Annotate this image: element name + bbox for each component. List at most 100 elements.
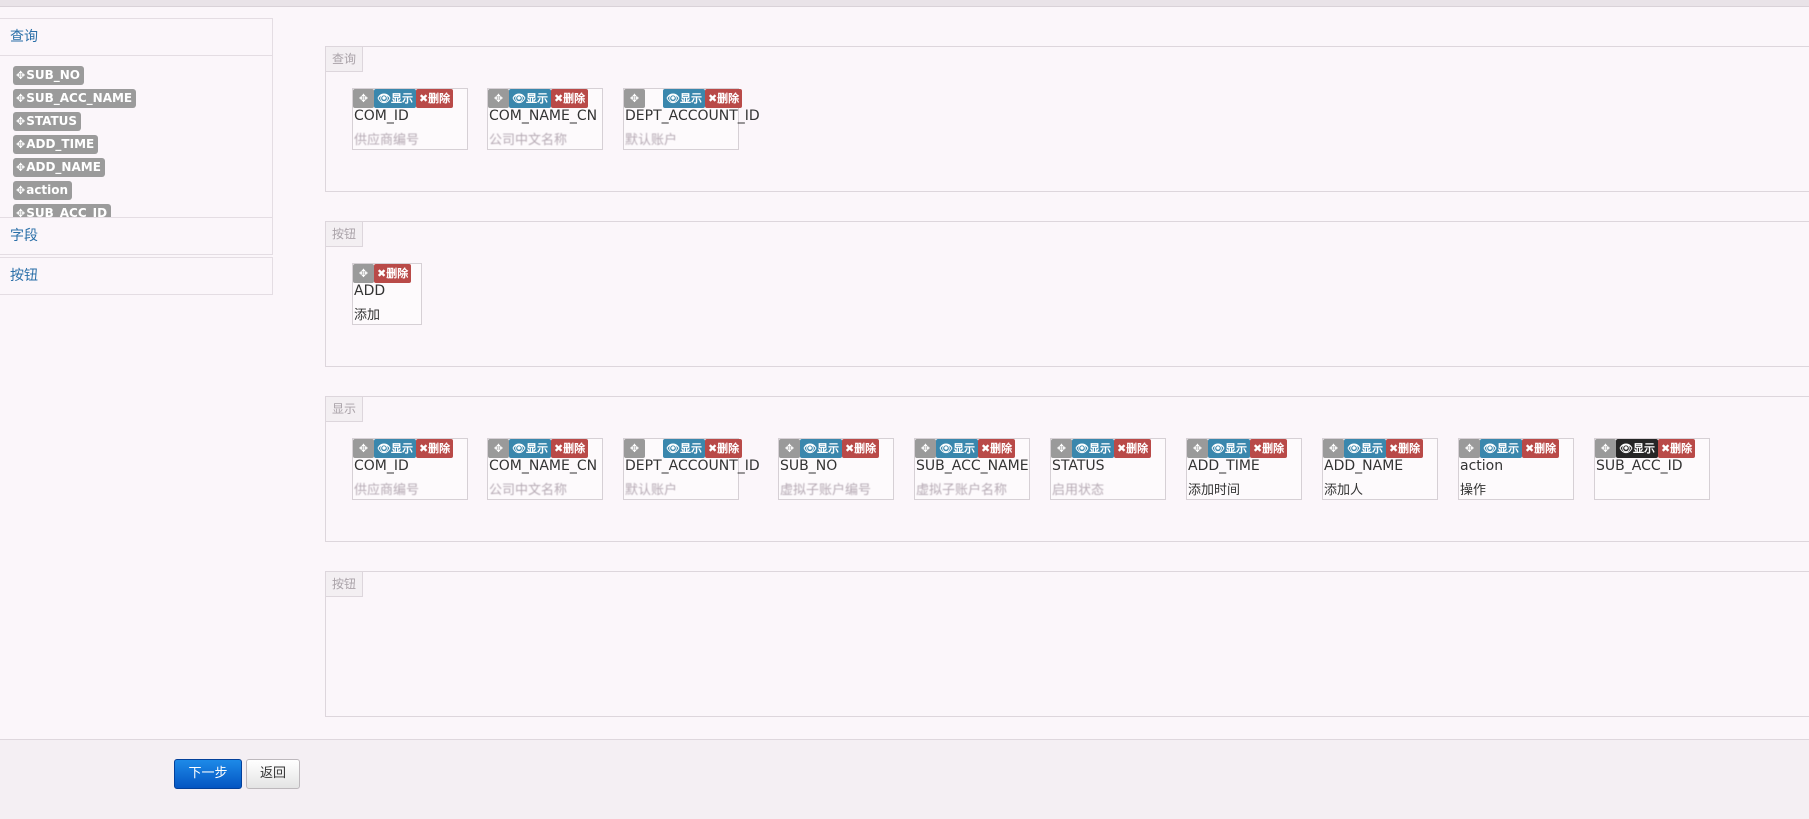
- show-button[interactable]: 👁显示: [1344, 439, 1386, 458]
- next-step-button[interactable]: 下一步: [174, 759, 242, 789]
- field-card[interactable]: ✥ 👁显示 ✖删除 SUB_ACC_ID: [1594, 438, 1710, 500]
- card-toolbar: ✥ ✖删除: [353, 264, 412, 283]
- show-button[interactable]: 👁显示: [1208, 439, 1250, 458]
- delete-button[interactable]: ✖删除: [415, 439, 454, 458]
- delete-button[interactable]: ✖删除: [374, 264, 412, 283]
- move-icon[interactable]: ✥: [915, 439, 936, 458]
- move-icon[interactable]: ✥: [353, 439, 374, 458]
- field-label: 启用状态: [1052, 483, 1105, 498]
- delete-button[interactable]: ✖删除: [1657, 439, 1696, 458]
- show-button[interactable]: 👁显示: [1480, 439, 1522, 458]
- move-icon[interactable]: ✥: [779, 439, 800, 458]
- hide-toggle-button[interactable]: 👁显示: [1616, 439, 1658, 458]
- card-toolbar: ✥ 👁显示 ✖删除: [624, 439, 743, 458]
- move-icon[interactable]: ✥: [624, 89, 645, 108]
- delete-button[interactable]: ✖删除: [841, 439, 880, 458]
- field-name: SUB_NO: [780, 458, 838, 474]
- field-label: 供应商编号: [354, 133, 420, 148]
- field-card[interactable]: ✥ 👁显示 ✖删除 DEPT_ACCOUNT_ID 默认账户: [623, 438, 760, 500]
- field-name: ADD_NAME: [1324, 458, 1404, 474]
- field-card[interactable]: ✥ 👁显示 ✖删除 STATUS 启用状态: [1050, 438, 1166, 500]
- show-button[interactable]: 👁显示: [509, 89, 551, 108]
- sidebar-heading-query[interactable]: 查询: [0, 19, 272, 55]
- field-tag-add-time[interactable]: ✥ADD_TIME: [13, 135, 99, 154]
- sidebar-heading-fields[interactable]: 字段: [0, 218, 272, 254]
- card-toolbar: ✥ 👁显示 ✖删除: [1187, 439, 1288, 458]
- field-card[interactable]: ✥ 👁显示 ✖删除 COM_NAME_CN 公司中文名称: [487, 88, 603, 150]
- display-panel: 显示 ✥ 👁显示 ✖删除 COM_ID 供应商编号 ✥ 👁显示 ✖删除 COM_…: [325, 396, 1809, 542]
- sidebar-field-list: ✥SUB_NO ✥SUB_ACC_NAME ✥STATUS ✥ADD_TIME …: [0, 55, 272, 235]
- footer-bar: 下一步 返回: [0, 739, 1809, 819]
- buttons-panel: 按钮 ✥ ✖删除 ADD 添加: [325, 221, 1809, 367]
- field-card[interactable]: ✥ 👁显示 ✖删除 COM_ID 供应商编号: [352, 88, 468, 150]
- field-name: SUB_ACC_NAME: [916, 458, 1029, 474]
- move-icon[interactable]: ✥: [624, 439, 645, 458]
- field-label: 虚拟子账户编号: [780, 483, 872, 498]
- delete-button[interactable]: ✖删除: [1521, 439, 1560, 458]
- move-icon: ✥: [16, 184, 26, 197]
- field-card[interactable]: ✥ 👁显示 ✖删除 DEPT_ACCOUNT_ID 默认账户: [623, 88, 760, 150]
- show-button[interactable]: 👁显示: [374, 439, 416, 458]
- move-icon: ✥: [16, 92, 26, 105]
- field-card[interactable]: ✥ 👁显示 ✖删除 COM_ID 供应商编号: [352, 438, 468, 500]
- field-name: COM_ID: [354, 108, 409, 124]
- field-card[interactable]: ✥ 👁显示 ✖删除 action 操作: [1458, 438, 1574, 500]
- show-button[interactable]: 👁显示: [800, 439, 842, 458]
- panel-legend: 查询: [325, 46, 364, 72]
- show-button[interactable]: 👁显示: [663, 439, 705, 458]
- show-button[interactable]: 👁显示: [1072, 439, 1114, 458]
- delete-button[interactable]: ✖删除: [1249, 439, 1288, 458]
- field-card[interactable]: ✥ 👁显示 ✖删除 SUB_NO 虚拟子账户编号: [778, 438, 894, 500]
- field-name: DEPT_ACCOUNT_ID: [625, 108, 760, 124]
- field-label: 虚拟子账户名称: [916, 483, 1008, 498]
- delete-button[interactable]: ✖删除: [1385, 439, 1424, 458]
- move-icon[interactable]: ✥: [1323, 439, 1344, 458]
- field-label: 添加人: [1324, 483, 1364, 498]
- sidebar-group-buttons: 按钮: [0, 257, 273, 295]
- field-name: COM_NAME_CN: [489, 108, 598, 124]
- move-icon[interactable]: ✥: [1459, 439, 1480, 458]
- field-label: 添加时间: [1188, 483, 1241, 498]
- delete-button[interactable]: ✖删除: [415, 89, 454, 108]
- panel-legend: 按钮: [325, 571, 364, 597]
- back-button[interactable]: 返回: [246, 759, 300, 789]
- delete-button[interactable]: ✖删除: [1113, 439, 1152, 458]
- delete-button[interactable]: ✖删除: [550, 439, 589, 458]
- card-toolbar: ✥ 👁显示 ✖删除: [488, 439, 589, 458]
- field-card[interactable]: ✥ 👁显示 ✖删除 ADD_TIME 添加时间: [1186, 438, 1302, 500]
- card-toolbar: ✥ 👁显示 ✖删除: [1595, 439, 1696, 458]
- card-toolbar: ✥ 👁显示 ✖删除: [353, 89, 454, 108]
- show-button[interactable]: 👁显示: [374, 89, 416, 108]
- show-button[interactable]: 👁显示: [936, 439, 978, 458]
- card-toolbar: ✥ 👁显示 ✖删除: [1051, 439, 1152, 458]
- field-name: STATUS: [1052, 458, 1105, 474]
- button-card[interactable]: ✥ ✖删除 ADD 添加: [352, 263, 422, 325]
- show-button[interactable]: 👁显示: [663, 89, 705, 108]
- card-toolbar: ✥ 👁显示 ✖删除: [915, 439, 1016, 458]
- field-tag-action[interactable]: ✥action: [13, 181, 73, 200]
- move-icon[interactable]: ✥: [1595, 439, 1616, 458]
- field-card[interactable]: ✥ 👁显示 ✖删除 ADD_NAME 添加人: [1322, 438, 1438, 500]
- button-label: 添加: [354, 308, 381, 323]
- move-icon[interactable]: ✥: [488, 89, 509, 108]
- move-icon[interactable]: ✥: [488, 439, 509, 458]
- field-name: COM_ID: [354, 458, 409, 474]
- field-tag-sub-no[interactable]: ✥SUB_NO: [13, 66, 84, 85]
- move-icon[interactable]: ✥: [353, 264, 374, 283]
- delete-button[interactable]: ✖删除: [704, 439, 743, 458]
- field-name: ADD_TIME: [1188, 458, 1260, 474]
- show-button[interactable]: 👁显示: [509, 439, 551, 458]
- field-name: DEPT_ACCOUNT_ID: [625, 458, 760, 474]
- sidebar-heading-buttons[interactable]: 按钮: [0, 258, 272, 294]
- field-tag-status[interactable]: ✥STATUS: [13, 112, 82, 131]
- move-icon[interactable]: ✥: [353, 89, 374, 108]
- field-card[interactable]: ✥ 👁显示 ✖删除 COM_NAME_CN 公司中文名称: [487, 438, 603, 500]
- move-icon[interactable]: ✥: [1051, 439, 1072, 458]
- field-tag-sub-acc-name[interactable]: ✥SUB_ACC_NAME: [13, 89, 137, 108]
- field-tag-add-name[interactable]: ✥ADD_NAME: [13, 158, 105, 177]
- move-icon[interactable]: ✥: [1187, 439, 1208, 458]
- delete-button[interactable]: ✖删除: [550, 89, 589, 108]
- field-card[interactable]: ✥ 👁显示 ✖删除 SUB_ACC_NAME 虚拟子账户名称: [914, 438, 1030, 500]
- delete-button[interactable]: ✖删除: [977, 439, 1016, 458]
- delete-button[interactable]: ✖删除: [704, 89, 743, 108]
